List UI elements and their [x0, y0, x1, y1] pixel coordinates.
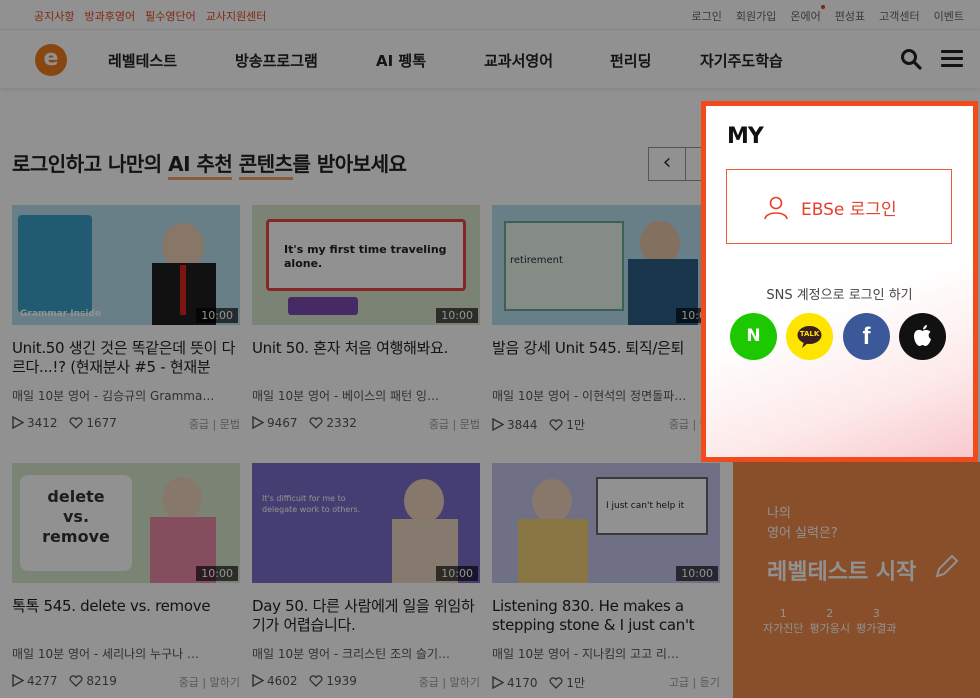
apple-icon	[914, 325, 931, 346]
sns-login-label: SNS 계정으로 로그인 하기	[766, 288, 913, 303]
login-button-label: EBSe 로그인	[801, 200, 897, 220]
apple-login-button[interactable]	[899, 313, 946, 360]
naver-icon: N	[746, 326, 761, 346]
my-login-panel: MY EBSe 로그인 SNS 계정으로 로그인 하기 N TALK f	[701, 101, 978, 462]
user-icon	[764, 196, 788, 220]
facebook-icon: f	[862, 323, 871, 350]
my-panel-title: MY	[727, 124, 764, 149]
kakao-login-button[interactable]: TALK	[786, 313, 833, 360]
facebook-login-button[interactable]: f	[843, 313, 890, 360]
kakao-talk-text: TALK	[799, 330, 820, 338]
naver-login-button[interactable]: N	[730, 313, 777, 360]
ebse-login-button[interactable]: EBSe 로그인	[726, 169, 952, 244]
